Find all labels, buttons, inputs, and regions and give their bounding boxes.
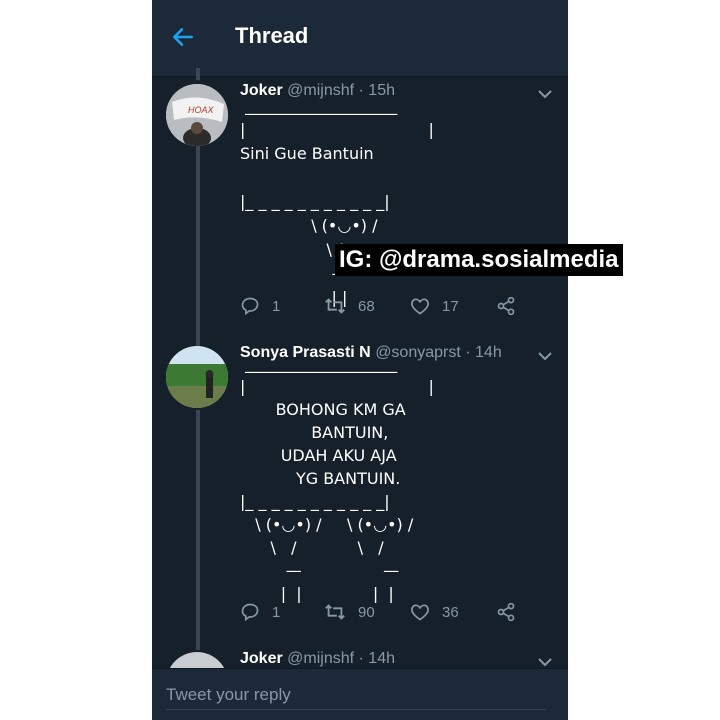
share-icon bbox=[497, 296, 515, 316]
reply-button[interactable]: 1 bbox=[240, 296, 280, 316]
tweet[interactable]: Sonya Prasasti N @sonyaprst · 14h ______… bbox=[152, 342, 568, 642]
avatar-image bbox=[166, 346, 228, 408]
like-count: 17 bbox=[442, 297, 459, 315]
top-bar: Thread bbox=[152, 0, 568, 77]
chevron-down-icon bbox=[538, 352, 552, 361]
avatar-image: HOAX bbox=[166, 84, 228, 146]
like-button[interactable]: 17 bbox=[410, 296, 459, 316]
author-handle: @mijnshf · 14h bbox=[287, 650, 395, 667]
retweet-button[interactable]: 68 bbox=[324, 296, 375, 316]
watermark: IG: @drama.sosialmedia bbox=[335, 244, 623, 276]
tweet-actions: 1 90 36 bbox=[240, 602, 530, 626]
page-title: Thread bbox=[235, 23, 309, 48]
reply-icon bbox=[241, 297, 259, 316]
tweet-text: ___________________ | | Sini Gue Bantuin… bbox=[240, 96, 434, 307]
back-button[interactable] bbox=[170, 24, 200, 54]
svg-text:HOAX: HOAX bbox=[188, 105, 215, 115]
reply-input[interactable]: Tweet your reply bbox=[166, 683, 546, 710]
avatar[interactable] bbox=[166, 346, 228, 408]
avatar[interactable]: HOAX bbox=[166, 84, 228, 146]
share-button[interactable] bbox=[496, 296, 516, 316]
heart-icon bbox=[411, 604, 429, 621]
retweet-icon bbox=[325, 604, 345, 620]
like-button[interactable]: 36 bbox=[410, 602, 459, 622]
retweet-button[interactable]: 90 bbox=[324, 602, 375, 622]
tweet-actions: 1 68 17 bbox=[240, 296, 530, 320]
reply-icon bbox=[241, 603, 259, 622]
author-name[interactable]: Joker bbox=[240, 650, 283, 667]
arrow-left-icon bbox=[173, 28, 193, 46]
heart-icon bbox=[411, 298, 429, 315]
share-button[interactable] bbox=[496, 602, 516, 622]
tweet-header: Joker @mijnshf · 14h bbox=[240, 650, 395, 668]
tweet-text: ___________________ | | BOHONG KM GA BAN… bbox=[240, 354, 434, 603]
reply-count: 1 bbox=[272, 603, 281, 621]
tweet[interactable]: HOAX Joker @mijnshf · 15h ______________… bbox=[152, 80, 568, 330]
chevron-down-icon bbox=[538, 658, 552, 667]
thread-line bbox=[196, 68, 200, 80]
reply-bar: Tweet your reply bbox=[152, 668, 568, 720]
like-count: 36 bbox=[442, 603, 459, 621]
reply-count: 1 bbox=[272, 297, 281, 315]
tweet-menu-button[interactable] bbox=[538, 348, 552, 364]
retweet-icon bbox=[325, 298, 345, 314]
retweet-count: 68 bbox=[358, 297, 375, 315]
retweet-count: 90 bbox=[358, 603, 375, 621]
phone-screen: Thread HOAX Joker @mijnshf · 15h _______… bbox=[152, 0, 568, 720]
tweet-menu-button[interactable] bbox=[538, 86, 552, 102]
reply-button[interactable]: 1 bbox=[240, 602, 280, 622]
chevron-down-icon bbox=[538, 90, 552, 99]
share-icon bbox=[497, 602, 515, 622]
